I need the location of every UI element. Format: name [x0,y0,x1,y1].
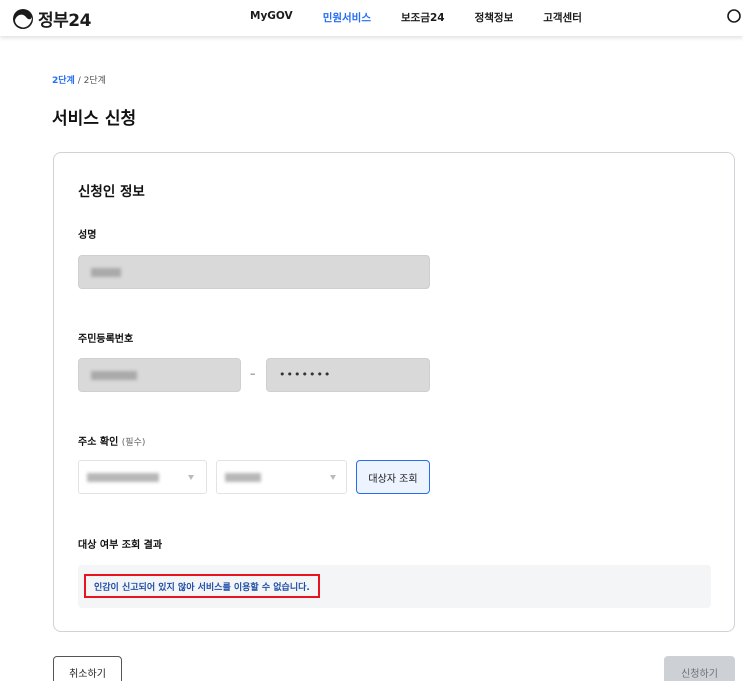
result-title: 대상 여부 조회 결과 [78,540,163,551]
sido-redacted [87,473,159,482]
gov-emblem-icon [13,8,33,29]
step-breadcrumb: 2단계 / 2단계 [52,73,106,86]
search-icon[interactable] [725,8,741,26]
main-nav: MyGOV 민원서비스 보조금24 정책정보 고객센터 [250,10,612,25]
site-header: 정부24 MyGOV 민원서비스 보조금24 정책정보 고객센터 [0,0,743,36]
current-step: 2단계 [52,76,75,86]
address-sido-select[interactable] [78,460,207,494]
site-logo[interactable]: 정부24 [12,6,91,31]
name-field [78,255,430,289]
nav-item-civil-service[interactable]: 민원서비스 [323,10,371,25]
step-separator: / [74,76,84,86]
nav-item-customer-center[interactable]: 고객센터 [543,10,582,25]
page-title: 서비스 신청 [52,109,137,129]
rrn-label: 주민등록번호 [78,334,134,345]
address-label: 주소 확인 (필수) [78,433,145,448]
chevron-down-icon [330,475,336,480]
nav-item-subsidy24[interactable]: 보조금24 [401,10,445,25]
rrn-front-field [78,358,241,392]
section-title: 신청인 정보 [78,184,145,200]
rrn-back-field: ••••••• [266,358,430,392]
name-redacted [91,268,121,277]
total-steps: 2단계 [83,76,106,86]
rrn-front-redacted [91,371,137,380]
address-sigungu-select[interactable] [216,460,347,494]
nav-item-mygov[interactable]: MyGOV [250,10,293,25]
applicant-form-card: 신청인 정보 성명 주민등록번호 – ••••••• 주소 확인 (필수) 대상… [53,152,735,632]
rrn-back-masked: ••••••• [279,368,332,381]
required-marker: (필수) [121,438,146,448]
cancel-button[interactable]: 취소하기 [53,656,122,681]
chevron-down-icon [188,475,194,480]
result-message: 인감이 신고되어 있지 않아 서비스를 이용할 수 없습니다. [84,574,320,598]
logo-text: 정부24 [38,11,91,31]
target-search-button[interactable]: 대상자 조회 [356,460,430,494]
address-label-text: 주소 확인 [78,437,119,448]
submit-button[interactable]: 신청하기 [664,656,735,681]
nav-item-policy-info[interactable]: 정책정보 [475,10,514,25]
result-box: 인감이 신고되어 있지 않아 서비스를 이용할 수 없습니다. [78,565,711,608]
rrn-dash: – [250,367,256,380]
name-label: 성명 [78,230,97,241]
sigungu-redacted [225,473,261,482]
